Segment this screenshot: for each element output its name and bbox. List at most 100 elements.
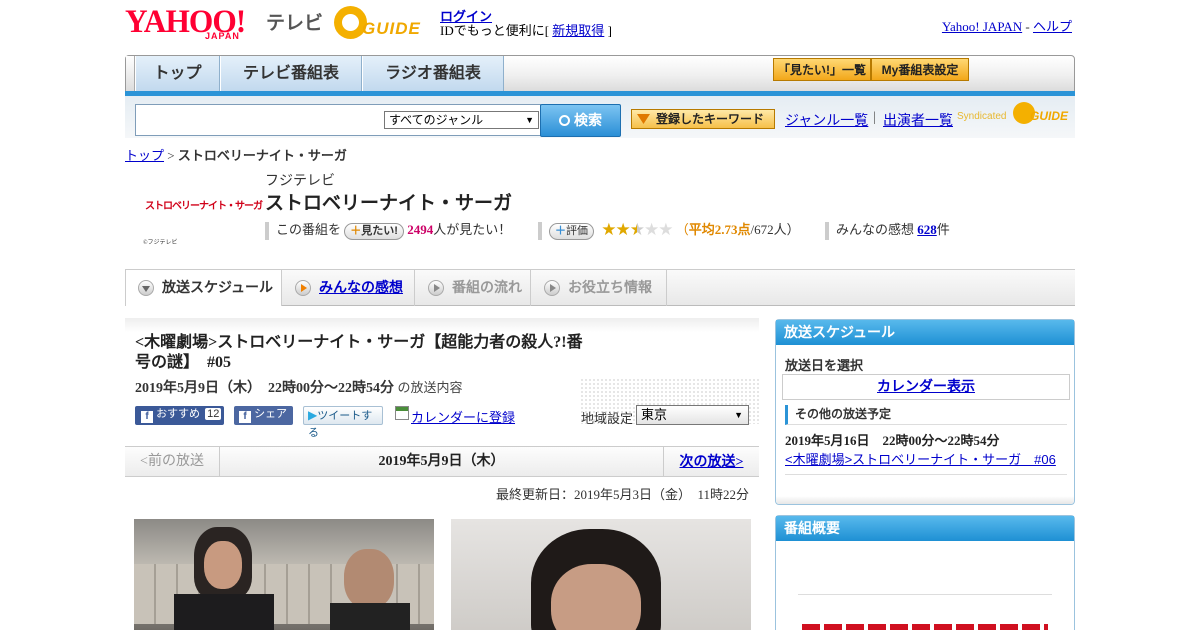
yahoo-japan-logo[interactable]: YAHOO! JAPAN [125, 6, 252, 42]
yahoo-japan-link[interactable]: Yahoo! JAPAN [942, 19, 1022, 34]
genre-select-value: すべてのジャンル [389, 113, 484, 127]
registered-keyword-button[interactable]: 登録したキーワード [631, 109, 775, 129]
main-nav: トップ テレビ番組表 ラジオ番組表 「見たい!」一覧 My番組表設定 [125, 55, 1075, 92]
performer-list-link[interactable]: 出演者一覧 [883, 110, 953, 130]
help-link[interactable]: ヘルプ [1033, 19, 1072, 34]
photo-person-face [204, 541, 242, 589]
gguide-g-inner [342, 14, 359, 31]
program-stats: この番組を ＋見たい! 2494人が見たい！ [265, 220, 511, 241]
tweet-button[interactable]: ▶ツイートする [303, 406, 383, 439]
add-to-calendar-link[interactable]: カレンダーに登録 [411, 407, 515, 426]
other-schedule-heading: その他の放送予定 [785, 405, 1067, 425]
sidebar-summary-heading: 番組概要 [776, 516, 1074, 541]
region-select-value: 東京 [641, 407, 668, 422]
genre-list-link[interactable]: ジャンル一覧 [785, 110, 868, 130]
photo-person-suit [174, 594, 274, 630]
sidebar-summary-box: 番組概要 [775, 515, 1075, 630]
my-program-button[interactable]: My番組表設定 [871, 58, 969, 81]
rating-area: ＋評価 ★★★★★ （平均2.73点/672人） [538, 220, 800, 241]
last-updated: 最終更新日：2019年5月3日（金） 11時22分 [495, 487, 749, 502]
rate-button[interactable]: ＋評価 [549, 222, 594, 240]
sidebar-schedule-box: 放送スケジュール 放送日を選択 カレンダー表示 その他の放送予定 2019年5月… [775, 319, 1075, 505]
nav-tab-radio-schedule[interactable]: ラジオ番組表 [362, 56, 504, 91]
breadcrumb: トップ > ストロベリーナイト・サーガ [125, 145, 347, 164]
star-empty-icon: ★ [644, 220, 659, 239]
next-broadcast-link[interactable]: 次の放送> [680, 455, 744, 470]
program-subtabs: 放送スケジュール みんなの感想 番組の流れ お役立ち情報 [125, 269, 1075, 306]
breadcrumb-top-link[interactable]: トップ [125, 148, 164, 163]
chevron-down-icon: ▼ [734, 410, 743, 420]
nav-tab-top[interactable]: トップ [135, 56, 220, 91]
star-full-icon: ★ [615, 220, 631, 239]
select-date-label: 放送日を選択 [785, 358, 864, 373]
syndicated-label: Syndicated [957, 111, 1007, 122]
facebook-icon: f [239, 411, 251, 423]
want-button-label: 見たい! [361, 224, 398, 237]
program-logo: ストロベリーナイト・サーガ ©フジテレビ [135, 177, 263, 249]
star-empty-icon: ★ [658, 220, 673, 239]
episode-datetime-suffix: の放送内容 [397, 380, 463, 395]
episode-photo-2[interactable] [451, 519, 751, 630]
region-select[interactable]: 東京 ▼ [636, 405, 749, 425]
login-promo-suffix: ] [607, 23, 612, 38]
signup-link[interactable]: 新規取得 [552, 23, 604, 38]
genre-select[interactable]: すべてのジャンル ▼ [384, 111, 539, 129]
want-list-button[interactable]: 「見たい!」一覧 [773, 58, 871, 81]
want-button[interactable]: ＋見たい! [344, 222, 404, 240]
impressions-separator [825, 222, 829, 241]
episode-title: <木曜劇場>ストロベリーナイト・サーガ【超能力者の殺人?!番 号の謎】 #05 [135, 333, 595, 373]
chevron-down-icon: ▼ [525, 115, 534, 125]
want-prefix: この番組を [276, 222, 342, 237]
photo-person2 [344, 549, 394, 609]
plus-icon: ＋ [555, 224, 566, 237]
breadcrumb-separator: > [167, 148, 175, 163]
twitter-bird-icon: ▶ [308, 408, 318, 422]
channel-name: フジテレビ [265, 174, 335, 189]
facebook-recommend-button[interactable]: f おすすめ 12 [135, 406, 224, 425]
rate-button-label: 評価 [566, 224, 588, 237]
tab-useful-info[interactable]: お役立ち情報 [532, 270, 667, 306]
photo-closeup-face [551, 564, 641, 630]
tab-program-flow[interactable]: 番組の流れ [416, 270, 531, 306]
rating-separator [538, 222, 542, 241]
star-half-icon: ★ [629, 220, 645, 239]
next-episode-link[interactable]: <木曜劇場>ストロベリーナイト・サーガ #06 [785, 449, 1056, 468]
play-icon [544, 280, 560, 296]
tab-broadcast-schedule[interactable]: 放送スケジュール [125, 269, 282, 306]
facebook-share-button[interactable]: f シェア [234, 406, 293, 425]
next-broadcast[interactable]: 次の放送> [663, 447, 759, 476]
prev-broadcast[interactable]: <前の放送 [125, 447, 220, 476]
facebook-icon: f [141, 411, 153, 423]
search-icon [559, 115, 570, 126]
tab-program-flow-label: 番組の流れ [452, 279, 522, 295]
gguide-small-logo: GUIDE [1030, 109, 1069, 123]
want-count: 2494 [407, 222, 434, 237]
tab-impressions[interactable]: みんなの感想 [283, 270, 415, 306]
calendar-icon-header [396, 407, 408, 411]
impressions-label: みんなの感想 [836, 222, 915, 237]
rating-count: /672人） [750, 222, 800, 237]
impressions-suffix: 件 [936, 222, 950, 237]
program-logo-copyright: ©フジテレビ [143, 240, 178, 246]
nav-tab-tv-schedule[interactable]: テレビ番組表 [220, 56, 362, 91]
login-promo: IDでもっと便利に[ 新規取得 ] [440, 20, 612, 39]
sidebar-box-footer [776, 496, 1074, 504]
play-icon [428, 280, 444, 296]
region-label: 地域設定 [581, 411, 634, 426]
impressions-count-link[interactable]: 628 [917, 222, 937, 237]
episode-datetime-value: 2019年5月9日（木） 22時00分～22時54分 [135, 381, 394, 396]
recommend-label: おすすめ [156, 408, 201, 420]
header-link-separator: - [1025, 19, 1030, 34]
episode-photo-1[interactable] [134, 519, 434, 630]
calendar-display-link[interactable]: カレンダー表示 [877, 380, 975, 395]
sidebar-divider [785, 474, 1067, 475]
search-button[interactable]: 検索 [540, 104, 621, 137]
broadcast-pager: <前の放送 2019年5月9日（木） 次の放送> [125, 446, 759, 477]
play-icon [138, 280, 154, 296]
login-promo-prefix: IDでもっと便利に[ [440, 23, 550, 38]
tab-impressions-label[interactable]: みんなの感想 [319, 279, 403, 295]
episode-datetime: 2019年5月9日（木） 22時00分～22時54分 の放送内容 [135, 377, 463, 397]
gguide-logo[interactable]: GUIDE [334, 6, 434, 42]
calendar-display-box[interactable]: カレンダー表示 [782, 374, 1070, 400]
photo-person2-suit [330, 603, 410, 630]
